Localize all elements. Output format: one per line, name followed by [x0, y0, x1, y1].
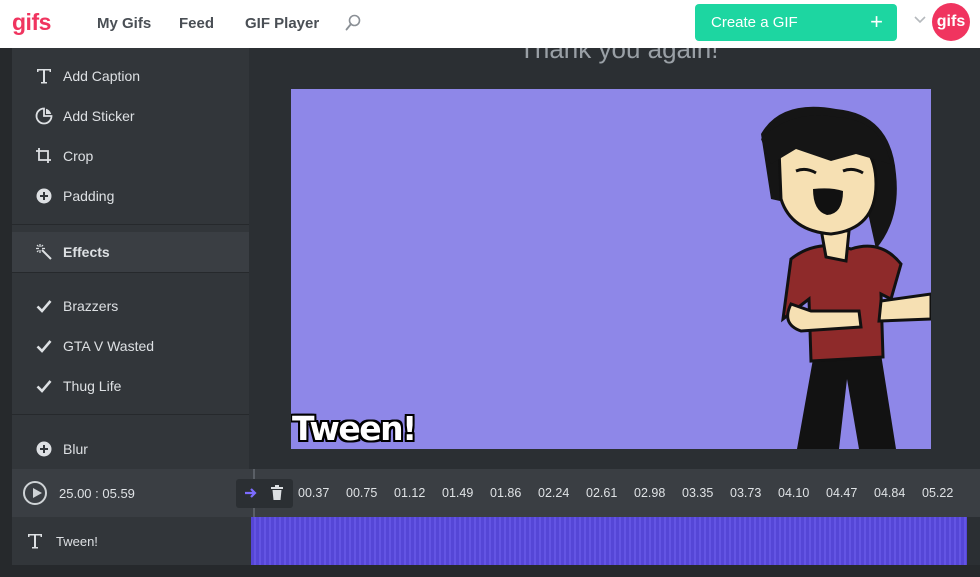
check-icon	[34, 296, 54, 316]
tick-label: 01.49	[442, 486, 474, 500]
nav-my-gifs[interactable]: My Gifs	[97, 15, 151, 32]
tool-add-caption[interactable]: Add Caption	[12, 56, 249, 96]
timeline-bar: 25.00 : 05.59 00.37 00.75 01.12 01.49 01…	[12, 469, 980, 517]
tick-label: 00.37	[298, 486, 330, 500]
tick-label: 03.73	[730, 486, 762, 500]
tick-label: 03.35	[682, 486, 714, 500]
tick-label: 02.98	[634, 486, 666, 500]
nav-feed[interactable]: Feed	[179, 15, 214, 32]
tool-crop[interactable]: Crop	[12, 136, 249, 176]
timecode: 25.00 : 05.59	[59, 486, 135, 501]
play-button[interactable]	[23, 481, 47, 505]
magic-wand-icon	[34, 242, 54, 262]
track-end	[967, 517, 980, 565]
text-icon	[34, 66, 54, 86]
effect-label: Brazzers	[63, 298, 119, 314]
plus-circle-icon	[34, 439, 54, 459]
effect-label: Thug Life	[63, 378, 122, 394]
caption-track-segment[interactable]	[251, 517, 967, 565]
plus-circle-icon	[34, 186, 54, 206]
tick-label: 04.47	[826, 486, 858, 500]
check-icon	[34, 376, 54, 396]
tool-label: Add Caption	[63, 68, 141, 84]
divider	[12, 224, 249, 225]
tool-label: Padding	[63, 188, 115, 204]
avatar[interactable]: gifs	[932, 3, 970, 41]
tool-label: Crop	[63, 148, 94, 164]
bottom-strip	[0, 565, 980, 577]
top-nav: gifs My Gifs Feed GIF Player Create a GI…	[0, 0, 980, 48]
tick-label: 02.61	[586, 486, 618, 500]
track-label-text: Tween!	[56, 533, 98, 549]
create-gif-label: Create a GIF	[711, 14, 798, 31]
caption-overlay-text[interactable]: Tween!	[292, 409, 417, 448]
cartoon-character-image	[761, 106, 931, 449]
gif-preview[interactable]: Tween!	[291, 89, 931, 449]
plus-icon: +	[870, 9, 883, 34]
logo[interactable]: gifs	[12, 9, 51, 36]
effect-label: GTA V Wasted	[63, 338, 155, 354]
check-icon	[34, 336, 54, 356]
tool-add-sticker[interactable]: Add Sticker	[12, 96, 249, 136]
editor-stage: Thank you again! Tween!	[249, 48, 980, 469]
caption-track: Tween!	[12, 517, 980, 565]
tick-label: 04.10	[778, 486, 810, 500]
sticker-icon	[34, 106, 54, 126]
tool-label: Add Sticker	[63, 108, 135, 124]
previous-caption: Thank you again!	[519, 48, 719, 64]
tool-padding[interactable]: Padding	[12, 176, 249, 216]
tool-blur[interactable]: Blur	[12, 429, 249, 469]
text-icon	[28, 534, 42, 549]
trash-icon[interactable]	[271, 485, 283, 500]
nav-gif-player[interactable]: GIF Player	[245, 15, 319, 32]
editor-sidebar: Add Caption Add Sticker Crop Padding Eff…	[12, 48, 249, 469]
blur-label: Blur	[63, 441, 88, 457]
left-gutter	[0, 48, 12, 565]
tick-label: 02.24	[538, 486, 570, 500]
create-gif-button[interactable]: Create a GIF +	[695, 4, 897, 41]
effects-label: Effects	[63, 244, 110, 260]
section-effects[interactable]: Effects	[12, 232, 249, 272]
effect-gta-v-wasted[interactable]: GTA V Wasted	[12, 326, 249, 366]
search-icon[interactable]	[345, 14, 361, 32]
track-label[interactable]: Tween!	[12, 517, 251, 565]
divider	[12, 272, 249, 273]
tick-label: 01.12	[394, 486, 426, 500]
arrow-right-icon[interactable]	[244, 487, 258, 499]
tick-label: 05.22	[922, 486, 954, 500]
crop-icon	[34, 146, 54, 166]
divider	[12, 414, 249, 415]
tick-label: 01.86	[490, 486, 522, 500]
effect-thug-life[interactable]: Thug Life	[12, 366, 249, 406]
chevron-down-icon[interactable]	[913, 15, 927, 25]
effect-brazzers[interactable]: Brazzers	[12, 286, 249, 326]
tick-label: 00.75	[346, 486, 378, 500]
timeline-tools	[236, 479, 293, 508]
tick-label: 04.84	[874, 486, 906, 500]
